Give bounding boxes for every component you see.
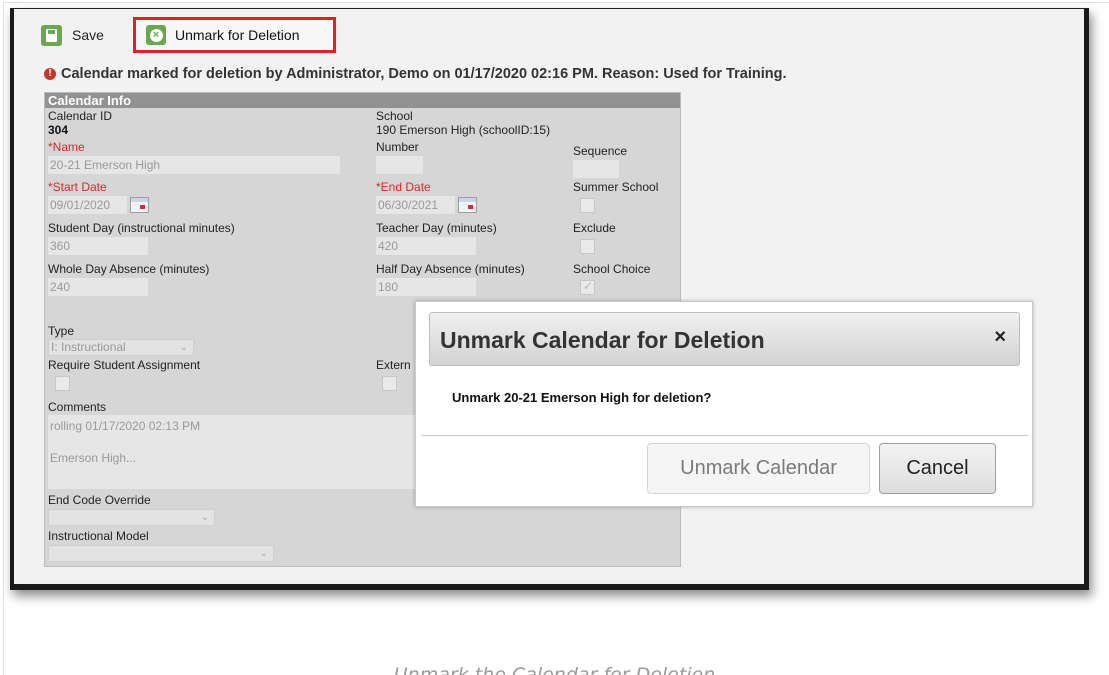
whole-day-absence-field[interactable]: 240 <box>48 278 148 296</box>
save-button[interactable]: Save <box>41 22 104 48</box>
save-label: Save <box>72 27 104 43</box>
end-date-label: *End Date <box>376 180 431 194</box>
school-label: School <box>376 109 413 123</box>
end-code-override-label: End Code Override <box>48 493 151 507</box>
student-day-label: Student Day (instructional minutes) <box>48 221 235 235</box>
comments-label: Comments <box>48 400 107 414</box>
dialog-divider <box>421 435 1028 436</box>
instructional-model-label: Instructional Model <box>48 529 149 543</box>
type-select-value: I: Instructional <box>51 340 126 354</box>
end-code-override-select[interactable]: ⌄ <box>48 509 215 526</box>
dialog-title: Unmark Calendar for Deletion <box>440 327 765 353</box>
figure-caption: Unmark the Calendar for Deletion <box>393 664 716 675</box>
school-value: 190 Emerson High (schoolID:15) <box>376 123 551 137</box>
type-label: Type <box>48 324 75 338</box>
chevron-down-icon: ⌄ <box>179 342 188 353</box>
teacher-day-field[interactable]: 420 <box>376 237 476 255</box>
extern-label: Extern <box>376 358 411 372</box>
number-field[interactable] <box>376 156 423 174</box>
sequence-field[interactable] <box>573 160 619 178</box>
toolbar: Save × Unmark for Deletion <box>28 17 1078 53</box>
exclude-checkbox[interactable] <box>580 239 595 254</box>
name-field[interactable]: 20-21 Emerson High <box>48 156 340 174</box>
require-student-assignment-checkbox[interactable] <box>55 376 70 391</box>
save-icon <box>41 24 62 46</box>
exclude-label: Exclude <box>573 221 616 235</box>
half-day-absence-field[interactable]: 180 <box>376 278 476 296</box>
alert-icon: ! <box>44 68 56 80</box>
school-choice-checkbox[interactable] <box>580 279 595 295</box>
summer-school-checkbox[interactable] <box>580 198 595 213</box>
student-day-field[interactable]: 360 <box>48 237 148 255</box>
type-select[interactable]: I: Instructional ⌄ <box>48 339 194 356</box>
calendar-id-label: Calendar ID <box>48 109 113 123</box>
unmark-calendar-button[interactable]: Unmark Calendar <box>647 443 870 494</box>
panel-header: Calendar Info <box>45 93 680 108</box>
dialog-header: Unmark Calendar for Deletion × <box>429 312 1020 366</box>
start-date-label: *Start Date <box>48 180 107 194</box>
close-icon[interactable]: × <box>994 326 1006 349</box>
outer-border-top <box>3 2 1109 3</box>
end-date-field[interactable]: 06/30/2021 <box>376 196 455 214</box>
unmark-calendar-dialog: Unmark Calendar for Deletion × Unmark 20… <box>415 301 1033 507</box>
close-circle-icon: × <box>146 25 166 45</box>
start-date-calendar-icon[interactable] <box>130 197 149 213</box>
dialog-message: Unmark 20-21 Emerson High for deletion? <box>452 390 712 405</box>
whole-day-absence-label: Whole Day Absence (minutes) <box>48 262 210 276</box>
school-choice-label: School Choice <box>573 262 651 276</box>
half-day-absence-label: Half Day Absence (minutes) <box>376 262 525 276</box>
chevron-down-icon: ⌄ <box>200 512 209 523</box>
start-date-field[interactable]: 09/01/2020 <box>48 196 127 214</box>
comments-line-2: Emerson High... <box>50 451 137 465</box>
extern-checkbox[interactable] <box>382 376 397 391</box>
cancel-button[interactable]: Cancel <box>879 443 996 494</box>
unmark-for-deletion-button[interactable]: × Unmark for Deletion <box>133 17 336 53</box>
sequence-label: Sequence <box>573 144 628 158</box>
end-date-calendar-icon[interactable] <box>458 197 477 213</box>
deletion-warning-text: Calendar marked for deletion by Administ… <box>61 66 787 82</box>
teacher-day-label: Teacher Day (minutes) <box>376 221 497 235</box>
comments-line-1: rolling 01/17/2020 02:13 PM <box>50 419 201 433</box>
deletion-warning: ! Calendar marked for deletion by Admini… <box>44 66 786 82</box>
number-label: Number <box>376 140 419 154</box>
outer-border-left <box>3 2 4 675</box>
calendar-id-value: 304 <box>48 123 69 137</box>
name-label: *Name <box>48 140 85 154</box>
require-student-assignment-label: Require Student Assignment <box>48 358 201 372</box>
chevron-down-icon: ⌄ <box>259 548 268 559</box>
unmark-for-deletion-label: Unmark for Deletion <box>175 27 300 43</box>
comments-textarea[interactable]: rolling 01/17/2020 02:13 PM Emerson High… <box>48 415 434 489</box>
instructional-model-select[interactable]: ⌄ <box>48 545 274 562</box>
summer-school-label: Summer School <box>573 180 659 194</box>
